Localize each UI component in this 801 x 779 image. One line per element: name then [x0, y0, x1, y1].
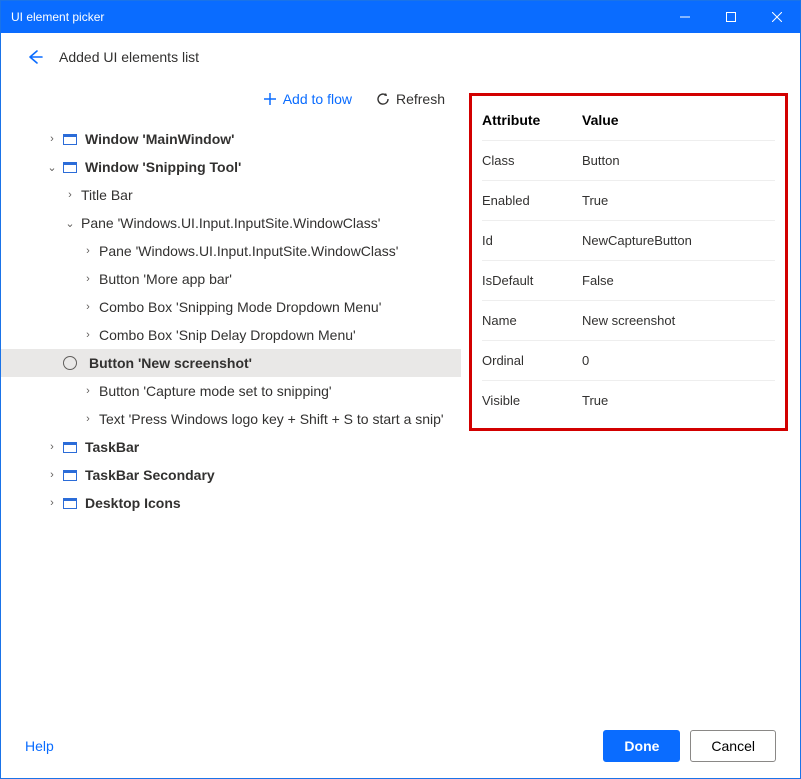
add-to-flow-button[interactable]: Add to flow — [263, 91, 352, 107]
chevron-right-icon[interactable]: › — [45, 497, 59, 509]
titlebar[interactable]: UI element picker — [1, 1, 800, 33]
attribute-name: Ordinal — [482, 353, 582, 368]
radio-icon[interactable] — [63, 356, 77, 370]
cancel-button[interactable]: Cancel — [690, 730, 776, 762]
tree-node-label: Window 'Snipping Tool' — [85, 159, 241, 175]
tree-node[interactable]: › TaskBar Secondary — [1, 461, 461, 489]
tree-node[interactable]: › Title Bar — [1, 181, 461, 209]
attribute-value: New screenshot — [582, 313, 675, 328]
attribute-row: VisibleTrue — [482, 380, 775, 420]
window-title: UI element picker — [11, 10, 104, 24]
attribute-row: IsDefaultFalse — [482, 260, 775, 300]
chevron-right-icon[interactable]: › — [81, 413, 95, 425]
attribute-value: True — [582, 193, 608, 208]
attribute-name: Enabled — [482, 193, 582, 208]
attribute-value: NewCaptureButton — [582, 233, 692, 248]
attributes-header: Attribute Value — [482, 104, 775, 140]
attribute-value: False — [582, 273, 614, 288]
chevron-right-icon[interactable]: › — [81, 301, 95, 313]
window-icon — [63, 162, 77, 173]
tree-node-label: Button 'Capture mode set to snipping' — [99, 383, 332, 399]
tree-node[interactable]: › Button 'More app bar' — [1, 265, 461, 293]
window-icon — [63, 134, 77, 145]
chevron-right-icon[interactable]: › — [63, 189, 77, 201]
attribute-row: IdNewCaptureButton — [482, 220, 775, 260]
tree-node-label: Text 'Press Windows logo key + Shift + S… — [99, 411, 444, 427]
toolbar: Add to flow Refresh — [1, 81, 461, 117]
attribute-row: EnabledTrue — [482, 180, 775, 220]
tree[interactable]: › Window 'MainWindow' ⌄ Window 'Snipping To… — [1, 117, 461, 517]
done-button[interactable]: Done — [603, 730, 680, 762]
tree-node[interactable]: › Combo Box 'Snip Delay Dropdown Menu' — [1, 321, 461, 349]
chevron-right-icon[interactable]: › — [81, 329, 95, 341]
attribute-value: 0 — [582, 353, 589, 368]
content: Added UI elements list Add to flow Refre… — [1, 33, 800, 778]
attribute-name: Visible — [482, 393, 582, 408]
attribute-value: True — [582, 393, 608, 408]
tree-node-label: Pane 'Windows.UI.Input.InputSite.WindowC… — [81, 215, 380, 231]
attributes-box: Attribute Value ClassButtonEnabledTrueId… — [469, 93, 788, 431]
tree-pane: Add to flow Refresh › Window 'MainWindow'… — [1, 81, 461, 714]
tree-node[interactable]: Button 'New screenshot' — [1, 349, 461, 377]
header: Added UI elements list — [1, 33, 800, 81]
maximize-button[interactable] — [708, 1, 754, 33]
chevron-right-icon[interactable]: › — [81, 273, 95, 285]
refresh-label: Refresh — [396, 91, 445, 107]
chevron-right-icon[interactable]: › — [45, 133, 59, 145]
attribute-value: Button — [582, 153, 620, 168]
chevron-right-icon[interactable]: › — [81, 385, 95, 397]
tree-node[interactable]: › Desktop Icons — [1, 489, 461, 517]
attribute-row: NameNew screenshot — [482, 300, 775, 340]
window-icon — [63, 470, 77, 481]
chevron-right-icon[interactable]: › — [45, 441, 59, 453]
tree-node[interactable]: › Text 'Press Windows logo key + Shift + … — [1, 405, 461, 433]
tree-node-label: TaskBar Secondary — [85, 467, 215, 483]
tree-node-label: Title Bar — [81, 187, 133, 203]
attribute-row: Ordinal0 — [482, 340, 775, 380]
tree-node[interactable]: ⌄ Pane 'Windows.UI.Input.InputSite.Window… — [1, 209, 461, 237]
tree-node-label: Button 'New screenshot' — [89, 355, 252, 371]
attribute-name: Name — [482, 313, 582, 328]
window-icon — [63, 442, 77, 453]
attribute-name: Id — [482, 233, 582, 248]
tree-node-label: Combo Box 'Snip Delay Dropdown Menu' — [99, 327, 356, 343]
close-button[interactable] — [754, 1, 800, 33]
chevron-right-icon[interactable]: › — [45, 469, 59, 481]
tree-node[interactable]: ⌄ Window 'Snipping Tool' — [1, 153, 461, 181]
window-icon — [63, 498, 77, 509]
tree-node-label: TaskBar — [85, 439, 139, 455]
attribute-name: IsDefault — [482, 273, 582, 288]
chevron-down-icon[interactable]: ⌄ — [63, 217, 77, 230]
back-button[interactable] — [25, 48, 43, 66]
tree-node[interactable]: › TaskBar — [1, 433, 461, 461]
tree-node[interactable]: › Pane 'Windows.UI.Input.InputSite.Window… — [1, 237, 461, 265]
tree-node[interactable]: › Window 'MainWindow' — [1, 125, 461, 153]
footer: Help Done Cancel — [1, 714, 800, 778]
minimize-button[interactable] — [662, 1, 708, 33]
tree-node-label: Pane 'Windows.UI.Input.InputSite.WindowC… — [99, 243, 398, 259]
window: UI element picker Added UI elements list — [0, 0, 801, 779]
tree-node-label: Combo Box 'Snipping Mode Dropdown Menu' — [99, 299, 381, 315]
tree-node[interactable]: › Button 'Capture mode set to snipping' — [1, 377, 461, 405]
page-title: Added UI elements list — [59, 49, 199, 65]
chevron-right-icon[interactable]: › — [81, 245, 95, 257]
attributes-pane: Attribute Value ClassButtonEnabledTrueId… — [461, 81, 800, 714]
tree-node-label: Button 'More app bar' — [99, 271, 232, 287]
add-label: Add to flow — [283, 91, 352, 107]
header-value: Value — [582, 112, 619, 128]
refresh-button[interactable]: Refresh — [376, 91, 445, 107]
tree-node[interactable]: › Combo Box 'Snipping Mode Dropdown Menu' — [1, 293, 461, 321]
attribute-name: Class — [482, 153, 582, 168]
tree-node-label: Desktop Icons — [85, 495, 181, 511]
header-attribute: Attribute — [482, 112, 582, 128]
help-link[interactable]: Help — [25, 738, 54, 754]
attribute-row: ClassButton — [482, 140, 775, 180]
tree-node-label: Window 'MainWindow' — [85, 131, 235, 147]
chevron-down-icon[interactable]: ⌄ — [45, 161, 59, 174]
